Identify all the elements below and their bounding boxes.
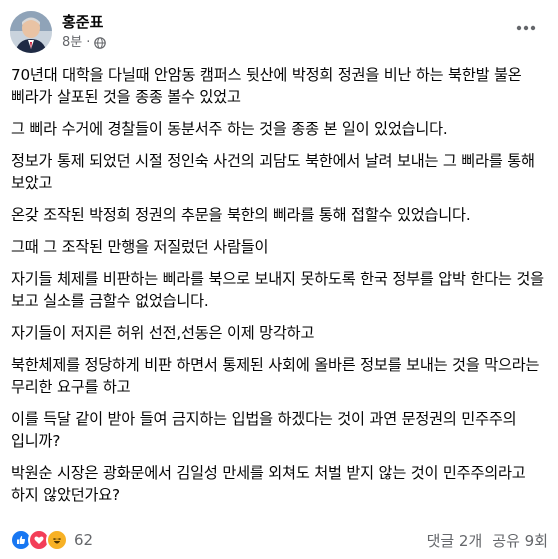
comments-count-link[interactable]: 댓글 2개 bbox=[427, 530, 483, 551]
post-header: 홍준표 8분 · bbox=[10, 8, 107, 56]
post-paragraph-7: 자기들이 저지른 허위 선전,선동은 이제 망각하고 bbox=[11, 324, 315, 342]
reaction-summary[interactable]: 62 bbox=[10, 529, 93, 551]
globe-icon[interactable] bbox=[94, 37, 107, 49]
post-paragraph-1: 70년대 대학을 다닐때 안암동 캠퍼스 뒷산에 박정희 정권을 비난 하는 북… bbox=[11, 66, 522, 106]
post-paragraph-6: 자기들 체제를 비판하는 삐라를 북으로 보내지 못하도록 한국 정부를 압박 … bbox=[11, 270, 544, 310]
post-paragraph-2: 그 삐라 수거에 경찰들이 동분서주 하는 것을 종종 본 일이 있었습니다. bbox=[11, 120, 448, 138]
avatar[interactable] bbox=[10, 11, 52, 53]
more-options-button[interactable] bbox=[508, 10, 544, 46]
post-paragraph-8: 북한체제를 정당하게 비판 하면서 통제된 사회에 올바른 정보를 보내는 것을… bbox=[11, 356, 540, 396]
post-subline: 8분 · bbox=[62, 34, 107, 52]
post-meta: 홍준표 8분 · bbox=[62, 12, 107, 52]
shares-count-link[interactable]: 공유 9회 bbox=[492, 530, 548, 551]
separator-dot: · bbox=[86, 35, 91, 50]
haha-icon bbox=[46, 529, 68, 551]
facebook-post: 홍준표 8분 · 70년대 대학을 다닐때 안암동 캠퍼스 뒷산에 박정희 정권… bbox=[0, 0, 558, 559]
post-body: 70년대 대학을 다닐때 안암동 캠퍼스 뒷산에 박정희 정권을 비난 하는 북… bbox=[11, 64, 551, 516]
reaction-count: 62 bbox=[74, 531, 94, 549]
post-paragraph-4: 온갖 조작된 박정희 정권의 추문을 북한의 삐라를 통해 접할수 있었습니다. bbox=[11, 206, 471, 224]
engagement-stats: 댓글 2개 공유 9회 bbox=[427, 530, 548, 551]
post-paragraph-3: 정보가 통제 되었던 시절 정인숙 사건의 괴담도 북한에서 날려 보내는 그 … bbox=[11, 152, 535, 192]
post-footer: 62 댓글 2개 공유 9회 bbox=[10, 528, 548, 552]
post-timestamp[interactable]: 8분 bbox=[62, 34, 82, 52]
post-paragraph-5: 그때 그 조작된 만행을 저질렀던 사람들이 bbox=[11, 238, 269, 256]
author-name[interactable]: 홍준표 bbox=[62, 12, 106, 32]
profile-photo-icon bbox=[10, 11, 52, 53]
more-horizontal-icon bbox=[516, 25, 536, 31]
post-paragraph-9: 이를 득달 같이 받아 들여 금지하는 입법을 하겠다는 것이 과연 문정권의 … bbox=[11, 410, 517, 450]
post-paragraph-10: 박원순 시장은 광화문에서 김일성 만세를 외쳐도 처벌 받지 않는 것이 민주… bbox=[11, 464, 526, 504]
